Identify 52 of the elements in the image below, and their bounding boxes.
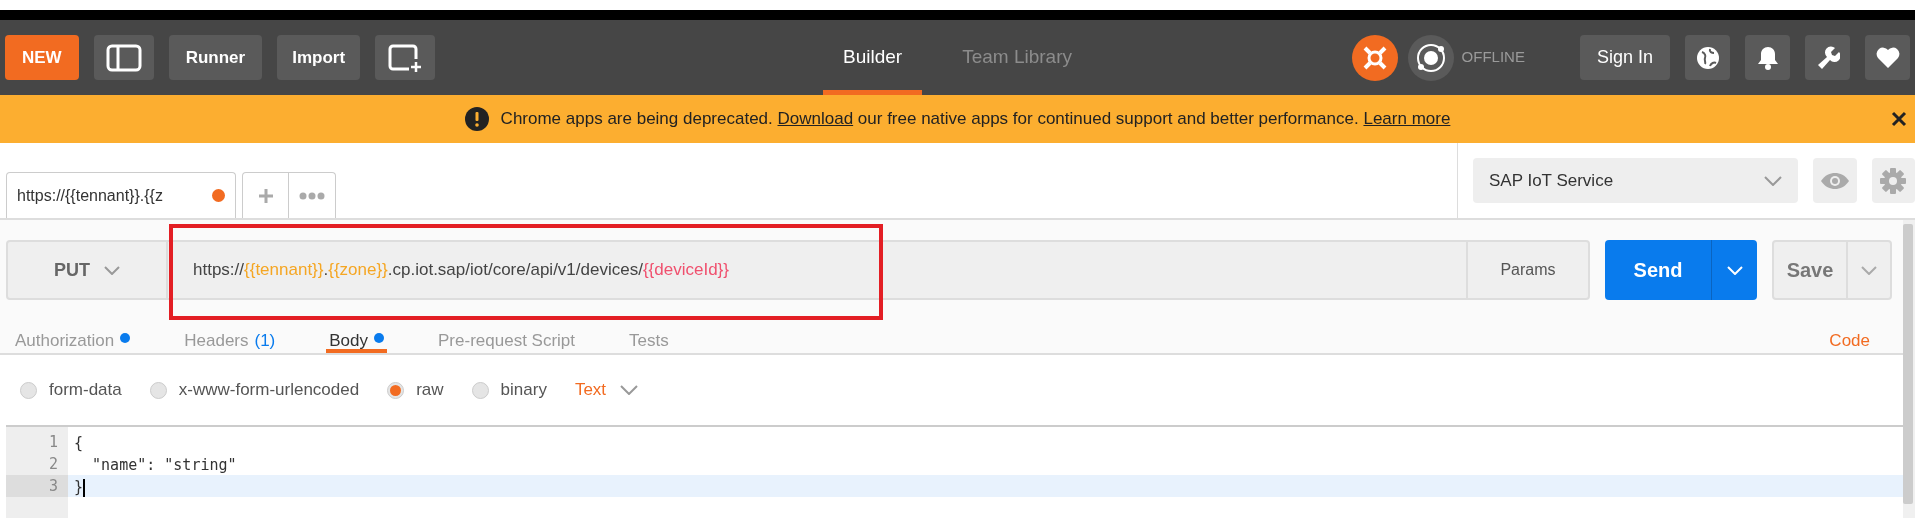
body-mode-option[interactable]: binary <box>471 377 547 403</box>
sync-status: OFFLINE <box>1461 47 1525 68</box>
environment-settings-button[interactable] <box>1871 158 1915 203</box>
globe-button[interactable] <box>1685 35 1730 80</box>
sign-in-button[interactable]: Sign In <box>1579 35 1670 80</box>
line-number: 3 <box>6 475 68 497</box>
body-mode-option[interactable]: x-www-form-urlencoded <box>149 377 360 403</box>
sync-icon[interactable] <box>1351 34 1398 81</box>
code-line: } <box>74 478 84 496</box>
chevron-down-icon <box>620 385 639 395</box>
bell-icon <box>1756 45 1779 70</box>
learn-more-link[interactable]: Learn more <box>1363 109 1451 129</box>
deprecation-notice: Chrome apps are being deprecated. Download our free native apps for continued support and better performance. Learn more <box>500 108 1451 131</box>
line-number: 2 <box>47 454 59 475</box>
sidebar-toggle-button[interactable] <box>93 35 154 80</box>
more-icon <box>299 191 325 200</box>
sidebar-icon <box>105 43 142 72</box>
code-line: "name": "string" <box>91 456 237 474</box>
scrollbar-thumb[interactable] <box>1903 224 1913 504</box>
radio-button[interactable] <box>20 381 37 399</box>
chevron-down-icon <box>1861 265 1877 275</box>
notifications-button[interactable] <box>1745 35 1790 80</box>
download-link[interactable]: Download <box>777 109 854 129</box>
warning-icon <box>464 107 489 131</box>
body-mode-option[interactable]: raw <box>387 377 444 403</box>
radio-button[interactable] <box>149 381 167 399</box>
radio-button[interactable] <box>471 381 489 399</box>
request-section-tab[interactable]: Headers (1) <box>181 328 279 353</box>
environment-preview-button[interactable] <box>1813 158 1857 203</box>
offline-icon <box>1407 34 1454 81</box>
request-section-tab[interactable]: Body <box>326 328 388 353</box>
favorite-button[interactable] <box>1865 35 1910 80</box>
body-mode-option[interactable]: form-data <box>20 377 122 403</box>
text-cursor <box>83 478 86 497</box>
line-number: 1 <box>47 432 59 453</box>
import-button[interactable]: Import <box>277 35 361 80</box>
settings-button[interactable] <box>1805 35 1850 80</box>
close-icon[interactable] <box>1891 111 1907 127</box>
globe-icon <box>1695 45 1720 70</box>
plus-icon <box>258 188 273 203</box>
eye-icon <box>1819 171 1850 190</box>
code-line: { <box>74 434 84 452</box>
runner-button[interactable]: Runner <box>168 35 263 80</box>
environment-dropdown[interactable]: SAP IoT Service <box>1473 158 1798 203</box>
new-window-icon <box>387 42 424 73</box>
chevron-down-icon <box>1726 265 1743 275</box>
heart-icon <box>1875 46 1900 69</box>
request-tab[interactable]: https://{{tennant}}.{{z <box>6 172 236 218</box>
new-window-button[interactable] <box>375 35 436 80</box>
chevron-down-icon <box>1764 175 1782 186</box>
radio-button[interactable] <box>387 381 405 399</box>
settings-icon <box>1879 166 1908 195</box>
